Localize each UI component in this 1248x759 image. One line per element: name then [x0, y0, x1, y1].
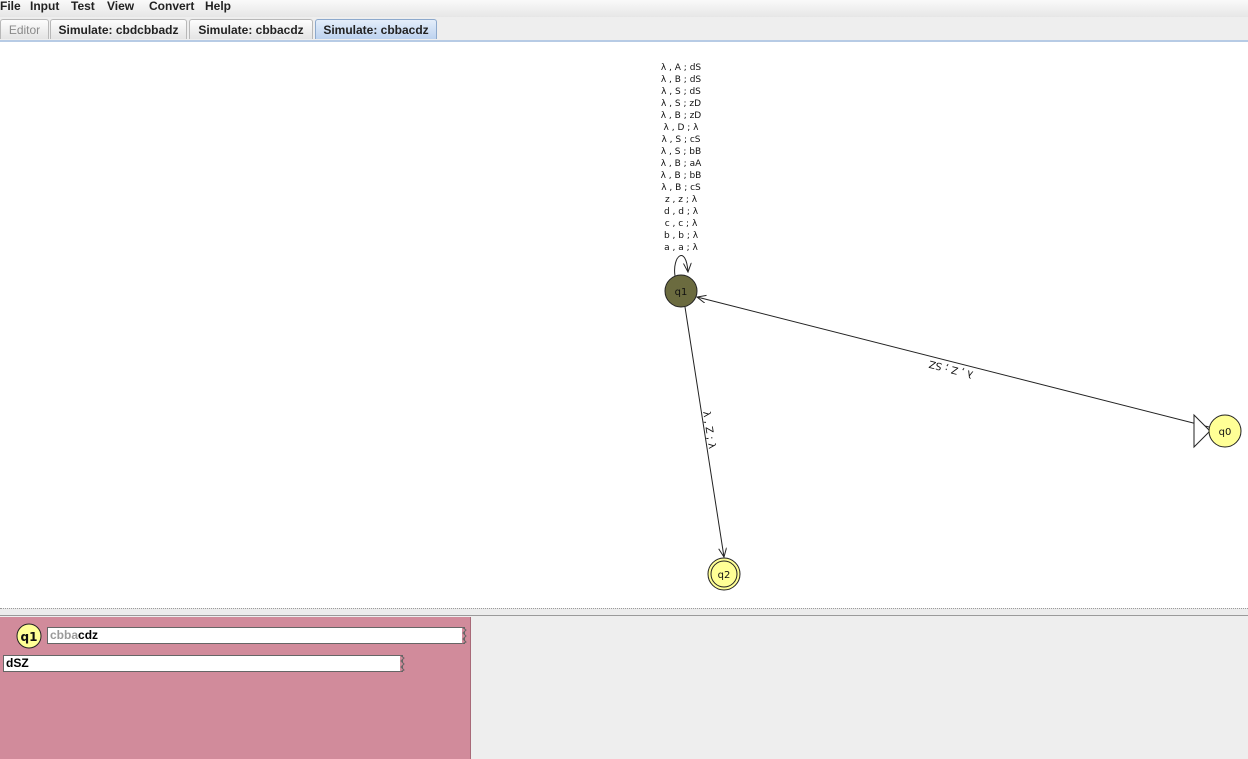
menu-view[interactable]: View — [107, 0, 134, 14]
tab-simulate-1[interactable]: Simulate: cbdcbbadz — [50, 19, 187, 39]
tab-simulate-3[interactable]: Simulate: cbbacdz — [315, 19, 437, 39]
self-loop-label: λ , B ; cS — [661, 183, 701, 193]
state-q2-label: q2 — [718, 570, 731, 581]
self-loop-label: λ , B ; aA — [661, 159, 702, 169]
tab-editor[interactable]: Editor — [0, 19, 49, 39]
self-loop-label: c , c ; λ — [665, 219, 698, 229]
self-loop-label: z , z ; λ — [665, 195, 698, 205]
stack-torn-edge — [400, 655, 405, 672]
tab-simulate-2[interactable]: Simulate: cbbacdz — [189, 19, 313, 39]
transition-q0-q1[interactable] — [697, 297, 1210, 428]
menu-input[interactable]: Input — [30, 0, 59, 14]
menu-help[interactable]: Help — [205, 0, 231, 14]
self-loop-label: λ , B ; dS — [661, 75, 702, 85]
stack-contents: dSZ — [6, 656, 29, 670]
self-loop-label: λ , S ; zD — [661, 99, 701, 109]
split-pane-divider[interactable] — [0, 608, 1248, 616]
state-q1-label: q1 — [675, 287, 688, 298]
transition-label-q0-q1: λ , Z ; SZ — [928, 358, 975, 380]
self-loop-label: λ , S ; bB — [661, 147, 701, 157]
self-loop-labels: λ , A ; dS λ , B ; dS λ , S ; dS λ , S ; zD… — [661, 63, 702, 253]
self-loop-label: λ , B ; bB — [661, 171, 702, 181]
self-loop-label: λ , A ; dS — [661, 63, 702, 73]
self-loop-label: d , d ; λ — [664, 207, 699, 217]
menu-test[interactable]: Test — [71, 0, 95, 14]
input-consumed: cbba — [50, 628, 79, 642]
config-state-icon: q1 — [16, 623, 42, 649]
tape-torn-edge — [462, 627, 467, 644]
input-tape: cbbacdz — [47, 627, 467, 644]
menu-file[interactable]: File — [0, 0, 21, 14]
config-state-label: q1 — [21, 630, 38, 644]
menu-bar: File Input Test View Convert Help — [0, 0, 1248, 18]
state-q0-label: q0 — [1219, 427, 1232, 438]
self-loop-label: b , b ; λ — [664, 231, 699, 241]
self-loop-label: λ , S ; dS — [661, 87, 701, 97]
state-q0[interactable]: q0 — [1193, 413, 1242, 449]
simulation-empty-area — [471, 617, 1248, 759]
self-loop-label: λ , B ; zD — [661, 111, 702, 121]
self-loop-label: λ , D ; λ — [664, 123, 700, 133]
q1-self-loop[interactable] — [674, 255, 688, 277]
stack-tape: dSZ — [3, 655, 405, 672]
automaton-diagram: λ , A ; dS λ , B ; dS λ , S ; dS λ , S ; zD… — [661, 63, 1242, 591]
configuration-panel[interactable]: q1 cbbacdz dSZ — [0, 617, 471, 759]
transition-label-q1-q2: λ , Z ; λ — [700, 410, 717, 449]
state-q1[interactable]: q1 — [664, 274, 698, 308]
state-q2[interactable]: q2 — [707, 557, 741, 591]
automaton-canvas[interactable]: λ , A ; dS λ , B ; dS λ , S ; dS λ , S ; zD… — [0, 42, 1248, 608]
input-remaining: cdz — [78, 628, 99, 642]
initial-state-marker — [1193, 413, 1211, 449]
menu-convert[interactable]: Convert — [149, 0, 194, 14]
self-loop-label: λ , S ; cS — [661, 135, 700, 145]
self-loop-label: a , a ; λ — [664, 243, 698, 253]
tab-bar: Editor Simulate: cbdcbbadz Simulate: cbb… — [0, 17, 1248, 42]
